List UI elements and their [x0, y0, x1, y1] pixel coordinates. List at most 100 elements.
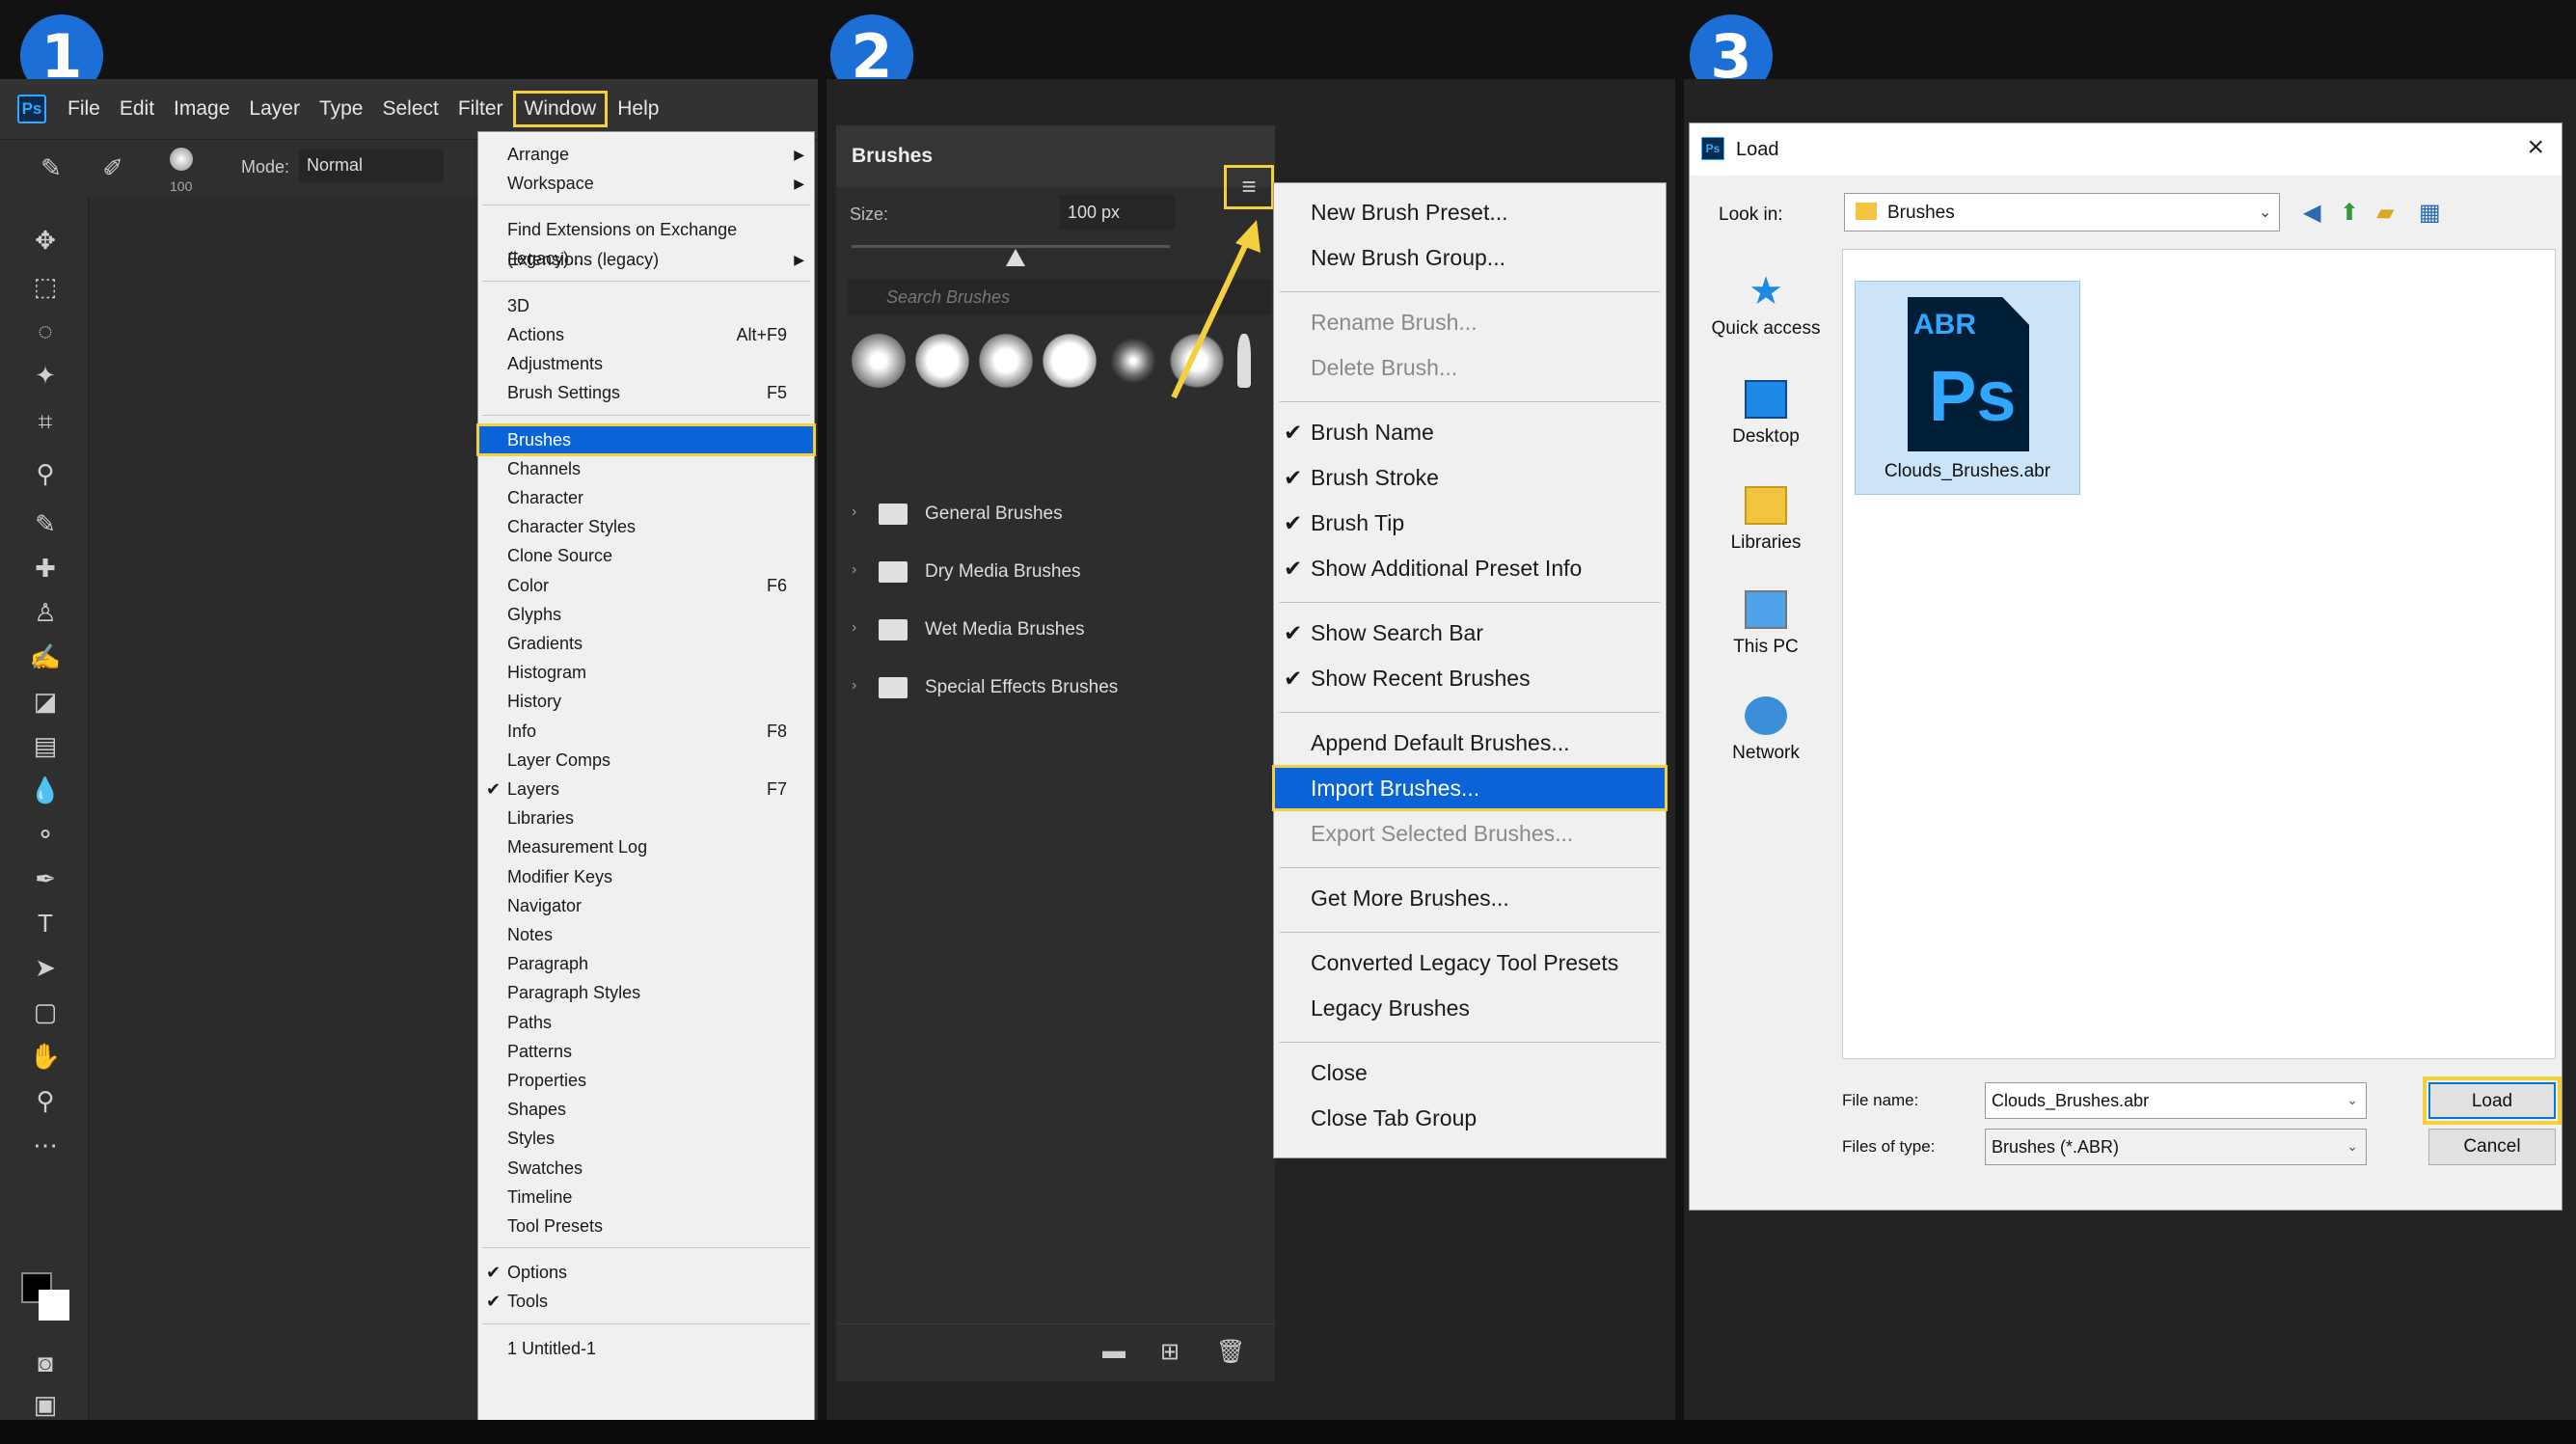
window-menu-item[interactable]: Paths: [478, 1008, 814, 1037]
new-brush-icon[interactable]: ⊞: [1160, 1338, 1180, 1366]
window-menu-item[interactable]: Gradients: [478, 629, 814, 658]
window-menu-item[interactable]: ✔ Options: [478, 1258, 814, 1287]
window-menu-item[interactable]: Brushes: [476, 422, 816, 456]
trash-icon[interactable]: 🗑: [1216, 1338, 1245, 1366]
window-menu-item[interactable]: Histogram: [478, 658, 814, 687]
lasso-tool-icon[interactable]: ◌: [29, 314, 62, 347]
chevron-right-icon[interactable]: ›: [852, 619, 856, 637]
window-menu-item[interactable]: Paragraph Styles: [478, 978, 814, 1007]
window-menu-item[interactable]: ✔ Tools: [478, 1287, 814, 1316]
brush-menu-item[interactable]: ✔ Brush Stroke: [1274, 456, 1666, 499]
window-menu-item[interactable]: Navigator: [478, 891, 814, 920]
brush-menu-item[interactable]: ✔ Show Recent Brushes: [1274, 657, 1666, 699]
cancel-button[interactable]: Cancel: [2428, 1129, 2556, 1165]
dodge-tool-icon[interactable]: ⚬: [29, 818, 62, 851]
window-menu-item[interactable]: Character Styles: [478, 512, 814, 541]
panel-menu-hamburger-icon[interactable]: ≡: [1224, 165, 1274, 209]
chevron-down-icon[interactable]: ⌄: [2346, 1138, 2358, 1155]
healing-tool-icon[interactable]: ✚: [29, 552, 62, 585]
gradient-tool-icon[interactable]: ▤: [29, 729, 62, 762]
brush-tool-icon[interactable]: ✎: [35, 151, 68, 184]
window-menu-item[interactable]: Adjustments: [478, 349, 814, 378]
file-list[interactable]: ABR Ps Clouds_Brushes.abr: [1842, 249, 2556, 1059]
place-quick-access[interactable]: ★ Quick access: [1690, 272, 1842, 340]
place-desktop[interactable]: Desktop: [1690, 380, 1842, 448]
background-color-swatch[interactable]: [39, 1290, 69, 1321]
window-menu-item[interactable]: Paragraph: [478, 949, 814, 978]
chevron-right-icon[interactable]: ›: [852, 677, 856, 695]
view-menu-icon[interactable]: ▦: [2419, 199, 2441, 227]
place-libraries[interactable]: Libraries: [1690, 486, 1842, 554]
window-menu-item[interactable]: Layer Comps: [478, 746, 814, 775]
hand-tool-icon[interactable]: ✋: [29, 1040, 62, 1073]
more-tools-icon[interactable]: ⋯: [29, 1129, 62, 1161]
window-menu-item[interactable]: Swatches: [478, 1154, 814, 1183]
window-menu-item[interactable]: Libraries: [478, 804, 814, 832]
brush-preview-icon[interactable]: [170, 148, 193, 171]
window-menu-item[interactable]: Find Extensions on Exchange (legacy)...: [478, 215, 814, 268]
eraser-tool-icon[interactable]: ◪: [29, 685, 62, 718]
brush-menu-item[interactable]: New Brush Group...: [1274, 236, 1666, 279]
menu-file[interactable]: File: [58, 92, 110, 126]
window-menu-item[interactable]: Styles: [478, 1124, 814, 1153]
recent-brush-tip[interactable]: [915, 334, 969, 388]
window-menu-item[interactable]: Info F8: [478, 717, 814, 746]
window-menu-item[interactable]: Measurement Log: [478, 832, 814, 861]
window-menu-item[interactable]: Extensions (legacy) ▶: [478, 245, 814, 274]
screen-mode-icon[interactable]: ▣: [29, 1391, 62, 1418]
window-menu-item[interactable]: Clone Source: [478, 541, 814, 570]
history-brush-tool-icon[interactable]: ✍: [29, 640, 62, 673]
window-menu-item[interactable]: Patterns: [478, 1037, 814, 1066]
marquee-tool-icon[interactable]: ⬚: [29, 270, 62, 303]
quick-mask-icon[interactable]: ◙: [29, 1347, 62, 1379]
brush-menu-item[interactable]: New Brush Preset...: [1274, 191, 1666, 233]
window-menu-item[interactable]: Timeline: [478, 1183, 814, 1212]
chevron-right-icon[interactable]: ›: [852, 561, 856, 579]
window-menu-item[interactable]: Channels: [478, 454, 814, 483]
brush-folder-dry-media[interactable]: › Dry Media Brushes: [848, 554, 1272, 592]
menu-image[interactable]: Image: [164, 92, 239, 126]
brush-menu-item[interactable]: ✔ Show Search Bar: [1274, 612, 1666, 654]
brush-menu-item[interactable]: Close Tab Group: [1274, 1097, 1666, 1139]
pen-tool-icon[interactable]: ✒: [29, 862, 62, 895]
window-menu-item[interactable]: Modifier Keys: [478, 862, 814, 891]
window-menu-item[interactable]: Properties: [478, 1066, 814, 1095]
window-menu-item[interactable]: Glyphs: [478, 600, 814, 629]
brush-mode-icon[interactable]: ✐: [96, 151, 129, 184]
recent-brush-tip[interactable]: [979, 334, 1033, 388]
brush-menu-item[interactable]: Append Default Brushes...: [1274, 722, 1666, 764]
magic-wand-tool-icon[interactable]: ✦: [29, 359, 62, 392]
brush-folder-special-effects[interactable]: › Special Effects Brushes: [848, 669, 1272, 708]
blur-tool-icon[interactable]: 💧: [29, 774, 62, 806]
window-menu-item[interactable]: Actions Alt+F9: [478, 320, 814, 349]
brush-menu-item[interactable]: Legacy Brushes: [1274, 987, 1666, 1029]
file-type-select[interactable]: Brushes (*.ABR) ⌄: [1985, 1129, 2367, 1165]
up-folder-icon[interactable]: ⬆: [2340, 199, 2359, 227]
look-in-select[interactable]: Brushes: [1844, 193, 2280, 232]
load-button[interactable]: Load: [2423, 1076, 2562, 1125]
window-menu-item[interactable]: Tool Presets: [478, 1212, 814, 1240]
brush-menu-item[interactable]: Import Brushes...: [1272, 765, 1668, 811]
window-menu-item[interactable]: Workspace ▶: [478, 169, 814, 198]
menu-select[interactable]: Select: [372, 92, 447, 126]
brush-tool-sidebar-icon[interactable]: ✎: [29, 507, 62, 540]
chevron-down-icon[interactable]: ⌄: [2346, 1092, 2358, 1108]
size-slider-thumb[interactable]: [1006, 249, 1025, 266]
window-menu-item[interactable]: Brush Settings F5: [478, 378, 814, 407]
brush-folder-wet-media[interactable]: › Wet Media Brushes: [848, 612, 1272, 650]
menu-layer[interactable]: Layer: [239, 92, 310, 126]
window-menu-item[interactable]: Shapes: [478, 1095, 814, 1124]
menu-filter[interactable]: Filter: [448, 92, 513, 126]
brush-menu-item[interactable]: ✔ Brush Name: [1274, 411, 1666, 453]
close-icon[interactable]: ×: [2527, 131, 2544, 164]
place-network[interactable]: Network: [1690, 696, 1842, 764]
menu-type[interactable]: Type: [310, 92, 373, 126]
eyedropper-tool-icon[interactable]: ⚲: [29, 457, 62, 490]
brush-menu-item[interactable]: Get More Brushes...: [1274, 877, 1666, 919]
recent-brush-tip[interactable]: [1043, 334, 1097, 388]
window-menu-item[interactable]: 1 Untitled-1: [478, 1334, 814, 1363]
crop-tool-icon[interactable]: ⌗: [29, 405, 62, 438]
recent-brush-tip[interactable]: [852, 334, 906, 388]
file-item-clouds-brushes[interactable]: ABR Ps Clouds_Brushes.abr: [1855, 281, 2080, 495]
brush-menu-item[interactable]: ✔ Show Additional Preset Info: [1274, 547, 1666, 589]
